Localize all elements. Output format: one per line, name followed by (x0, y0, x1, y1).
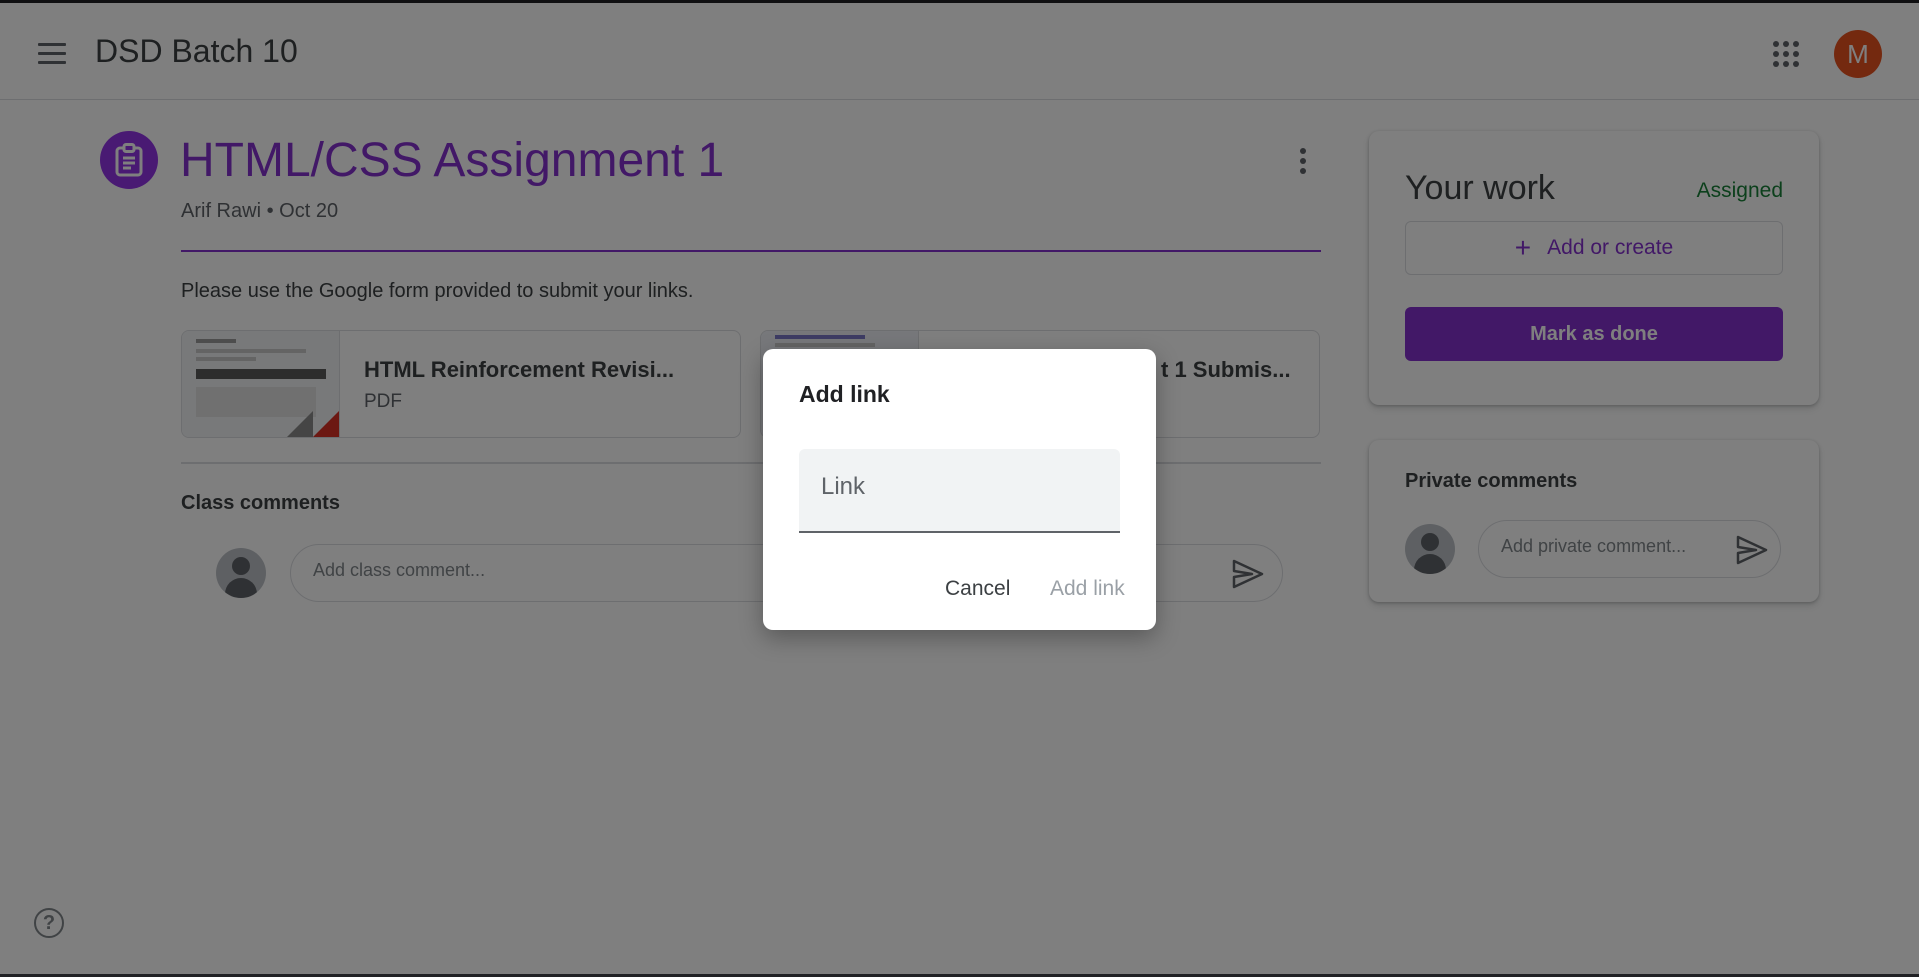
link-input[interactable] (821, 473, 1101, 501)
dialog-title: Add link (799, 381, 890, 407)
add-link-button[interactable]: Add link (1050, 577, 1125, 601)
cancel-button[interactable]: Cancel (945, 577, 1010, 601)
link-field[interactable] (799, 449, 1120, 533)
add-link-dialog: Add link Cancel Add link (763, 349, 1156, 630)
